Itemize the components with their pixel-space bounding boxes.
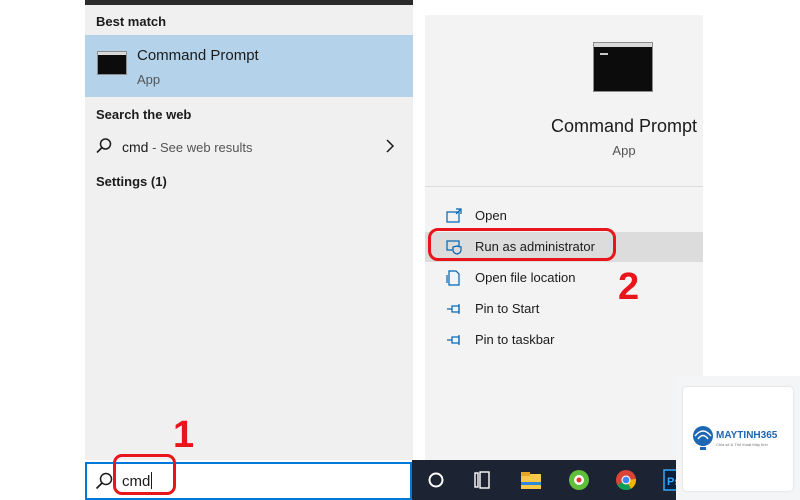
detail-divider [425, 186, 703, 187]
settings-heading[interactable]: Settings (1) [96, 174, 167, 189]
pin-icon [447, 304, 460, 314]
file-explorer-icon[interactable] [519, 468, 543, 492]
best-match-heading: Best match [96, 14, 167, 29]
chrome-icon[interactable] [614, 468, 638, 492]
highlight-circle-run-admin [428, 228, 616, 261]
detail-subtitle: App [612, 143, 636, 158]
action-pin-to-start-label: Pin to Start [475, 301, 540, 316]
step-marker-1: 1 [173, 414, 195, 456]
command-prompt-large-icon [593, 42, 653, 92]
watermark-brand: MAYTINH365 [716, 430, 778, 441]
top-edge-bar [85, 0, 413, 5]
taskbar [412, 460, 704, 500]
action-pin-to-taskbar-label: Pin to taskbar [475, 332, 555, 347]
step-marker-2: 2 [618, 266, 640, 308]
search-web-heading: Search the web [96, 107, 192, 122]
chevron-right-icon[interactable] [384, 139, 396, 153]
highlight-circle-search [113, 454, 176, 495]
best-match-title: Command Prompt [137, 47, 259, 64]
web-result-suffix: - See web results [148, 140, 253, 155]
action-open-label: Open [475, 208, 507, 223]
web-result-query: cmd [122, 139, 149, 155]
detail-title: Command Prompt [550, 116, 698, 136]
action-open-file-location-label: Open file location [475, 270, 576, 285]
task-view-icon[interactable] [472, 470, 492, 490]
open-window-icon [446, 208, 462, 223]
search-icon [96, 138, 112, 154]
watermark-tagline: Chia sẻ & Thủ thuật Máy tính [716, 442, 768, 447]
file-location-icon [446, 270, 460, 286]
action-pin-to-start[interactable]: Pin to Start [425, 294, 703, 324]
pin-icon [447, 335, 460, 345]
command-prompt-icon [97, 51, 127, 75]
maytinh365-logo-icon: MAYTINH365 Chia sẻ & Thủ thuật Máy tính [693, 426, 778, 450]
best-match-result[interactable] [85, 35, 413, 97]
web-result-text: cmd - See web results [122, 139, 253, 155]
best-match-subtitle: App [137, 72, 161, 87]
action-open-file-location[interactable]: Open file location [425, 263, 703, 293]
action-open[interactable]: Open [425, 201, 703, 231]
snip-tool-icon[interactable] [567, 468, 591, 492]
action-pin-to-taskbar[interactable]: Pin to taskbar [425, 325, 703, 355]
search-icon [95, 472, 113, 490]
cortana-circle-icon[interactable] [427, 471, 445, 489]
